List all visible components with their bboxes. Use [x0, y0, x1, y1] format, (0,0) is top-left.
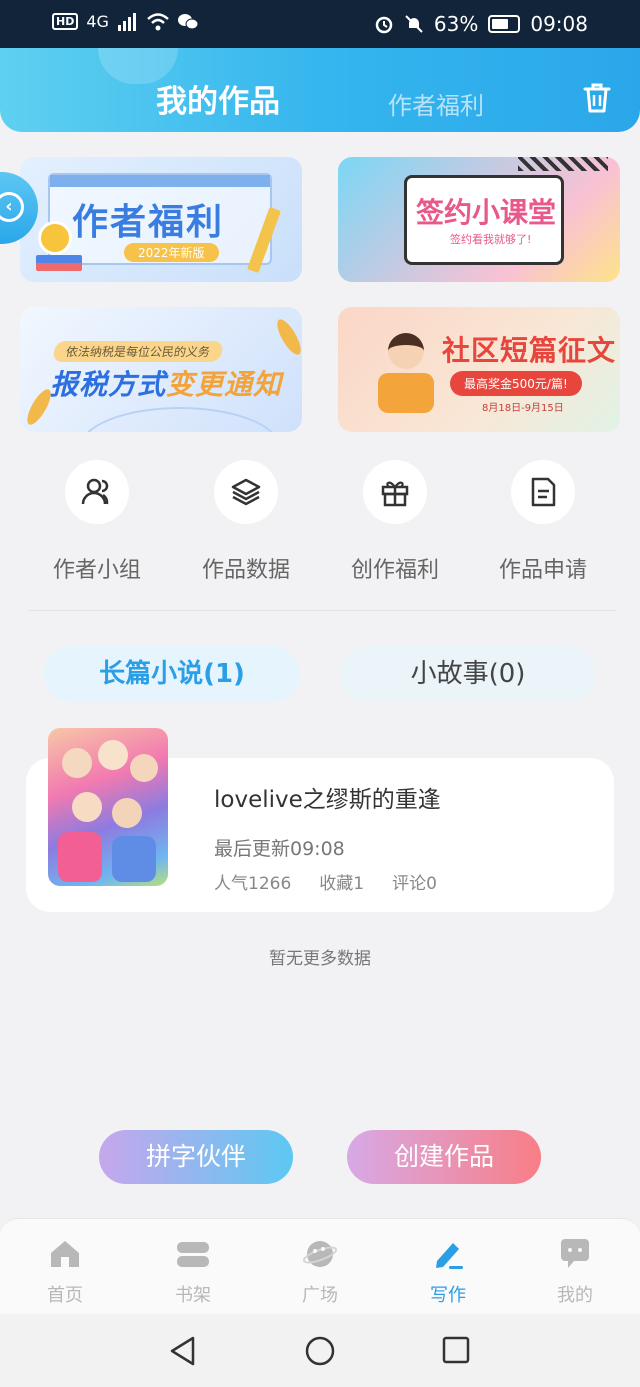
banner-title-part: 报税方式	[50, 368, 167, 401]
create-work-button[interactable]: 创建作品	[347, 1130, 541, 1184]
favorites-count: 收藏1	[319, 874, 365, 894]
work-title[interactable]: lovelive之缪斯的重逢	[214, 780, 441, 814]
tab-author-welfare[interactable]: 作者福利	[388, 86, 484, 121]
nav-label: 广场	[302, 1285, 338, 1306]
alarm-clock-illustration	[38, 221, 72, 255]
nav-item-square[interactable]: 广场	[270, 1237, 370, 1307]
system-navigation-bar	[0, 1314, 640, 1387]
status-bar: HD 4G 63% 09:08	[0, 0, 640, 48]
nav-item-bookshelf[interactable]: 书架	[143, 1237, 243, 1307]
bottom-navigation: 首页 书架 广场 写作 我的	[0, 1218, 640, 1314]
pen-icon	[436, 1243, 463, 1269]
alarm-icon	[375, 16, 393, 34]
gift-icon	[381, 481, 409, 507]
network-type: 4G	[86, 12, 109, 31]
banner-title: 作者福利	[72, 202, 225, 243]
arc-decoration	[80, 407, 280, 432]
back-icon[interactable]	[169, 1336, 197, 1366]
nav-item-write[interactable]: 写作	[398, 1237, 498, 1307]
quick-action-label: 作者小组	[52, 558, 141, 583]
nav-item-home[interactable]: 首页	[15, 1237, 115, 1307]
chevron-left-icon: ‹	[0, 192, 24, 222]
popularity-count: 人气1266	[214, 874, 292, 894]
banner-subtitle: 签约看我就够了!	[450, 233, 532, 246]
layers-icon	[231, 478, 261, 506]
no-more-data-text: 暂无更多数据	[269, 949, 371, 969]
planet-icon	[302, 1241, 338, 1267]
signal-icon	[117, 12, 136, 31]
tab-short-story[interactable]: 小故事(0)	[340, 646, 596, 702]
banner-title: 签约小课堂	[416, 196, 557, 229]
quick-action-work-application[interactable]: 作品申请	[468, 460, 618, 584]
quick-action-label: 作品数据	[201, 558, 290, 583]
battery-percent: 63%	[433, 12, 479, 36]
divider	[28, 610, 616, 611]
banner-subtitle: 2022年新版	[124, 243, 219, 262]
quick-action-label: 作品申请	[498, 558, 587, 583]
hd-icon: HD	[52, 13, 79, 30]
work-last-updated: 最后更新09:08	[214, 838, 345, 860]
quick-action-label: 创作福利	[350, 558, 439, 583]
banner-pill: 依法纳税是每位公民的义务	[52, 341, 224, 362]
trash-icon[interactable]	[582, 82, 612, 114]
wifi-icon	[147, 12, 169, 30]
writing-partner-button[interactable]: 拼字伙伴	[99, 1130, 293, 1184]
leaf-decoration	[272, 316, 302, 358]
wechat-icon	[177, 13, 199, 29]
tab-my-works[interactable]: 我的作品	[156, 76, 280, 121]
banner-tax-notice[interactable]: 依法纳税是每位公民的义务 报税方式变更通知	[20, 307, 302, 432]
recents-icon[interactable]	[442, 1336, 470, 1364]
top-header: 我的作品 作者福利	[0, 48, 640, 132]
quick-action-creation-welfare[interactable]: 创作福利	[320, 460, 470, 584]
comments-count: 评论0	[392, 874, 437, 894]
banner-author-welfare[interactable]: 作者福利 2022年新版	[20, 157, 302, 282]
bookshelf-icon	[177, 1242, 209, 1267]
nav-label: 我的	[557, 1285, 593, 1306]
users-icon	[81, 478, 109, 505]
banner-short-story-contest[interactable]: 社区短篇征文 最高奖金500元/篇! 8月18日-9月15日	[338, 307, 620, 432]
banner-prize: 最高奖金500元/篇!	[450, 371, 582, 396]
banner-title: 社区短篇征文	[442, 334, 617, 367]
stripe-decoration	[518, 157, 608, 171]
clock-time: 09:08	[530, 12, 588, 36]
banner-signing-class[interactable]: 签约小课堂 签约看我就够了!	[338, 157, 620, 282]
nav-item-mine[interactable]: 我的	[525, 1237, 625, 1307]
battery-icon	[488, 15, 521, 33]
document-icon	[531, 477, 556, 507]
banner-date: 8月18日-9月15日	[482, 403, 564, 414]
work-cover-image[interactable]	[48, 728, 168, 886]
quick-action-work-data[interactable]: 作品数据	[171, 460, 321, 584]
tab-long-novel[interactable]: 长篇小说(1)	[44, 646, 300, 702]
chat-bubble-icon	[561, 1239, 589, 1268]
reading-kid-illustration	[378, 333, 434, 423]
quick-action-author-group[interactable]: 作者小组	[22, 460, 172, 584]
nav-label: 写作	[430, 1285, 466, 1306]
books-illustration	[36, 255, 82, 271]
banner-title: 报税方式变更通知	[50, 363, 282, 403]
banner-title-highlight: 变更通知	[166, 368, 283, 401]
mute-bell-icon	[405, 15, 423, 33]
nav-label: 首页	[47, 1285, 83, 1306]
home-icon	[51, 1241, 79, 1267]
work-stats: 人气1266 收藏1 评论0	[214, 869, 437, 894]
nav-label: 书架	[175, 1285, 211, 1306]
home-circle-icon[interactable]	[305, 1336, 335, 1366]
